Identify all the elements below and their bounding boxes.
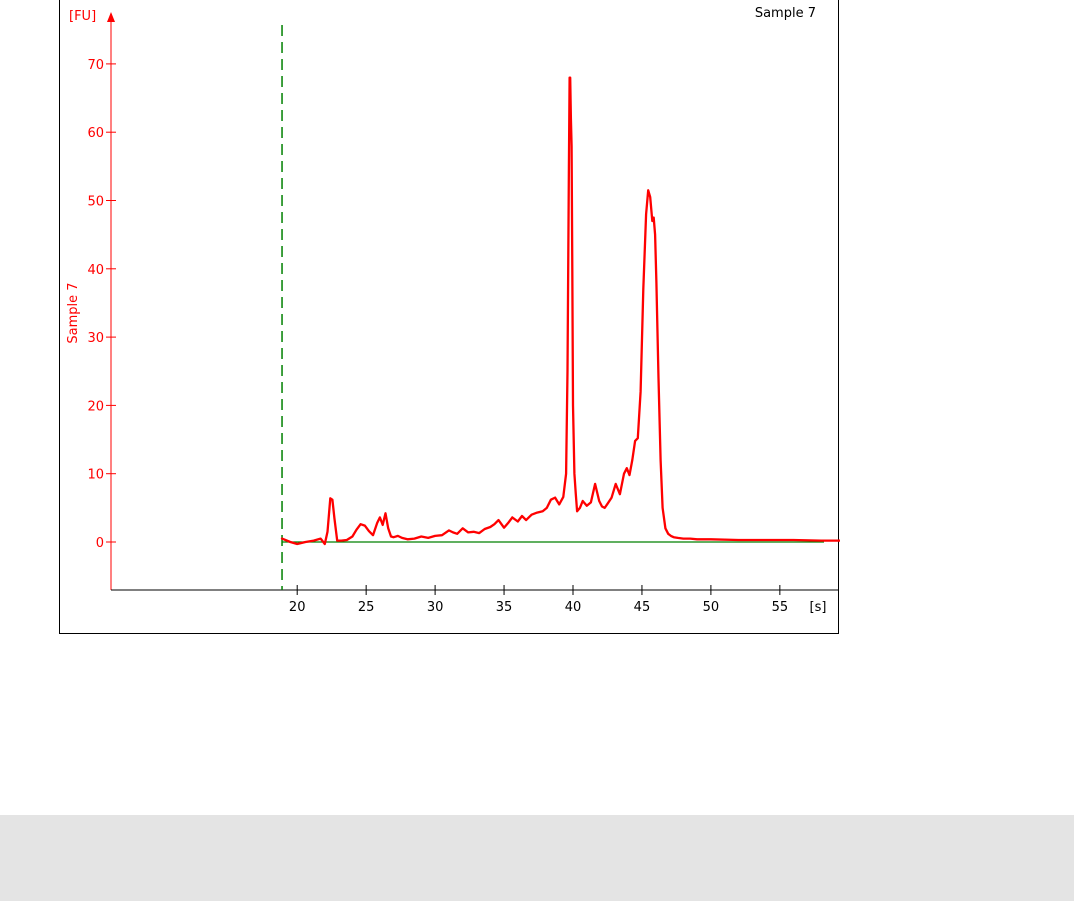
chart-frame: [FU] Sample 7 [s] Sample 7 0 10 20 30 40 50 60… xyxy=(59,0,840,634)
x-tick-label: 20 xyxy=(289,600,306,615)
electropherogram-chart: [FU] Sample 7 [s] Sample 7 0 10 20 30 40 50 60… xyxy=(66,6,840,615)
chart-title: Sample 7 xyxy=(755,6,816,21)
x-tick-label: 45 xyxy=(634,600,651,615)
bottom-panel xyxy=(0,815,1074,901)
series-line-sample-7 xyxy=(280,76,840,546)
x-tick-label: 50 xyxy=(703,600,720,615)
y-unit-label: [FU] xyxy=(69,9,96,24)
y-tick-label: 70 xyxy=(87,58,104,73)
y-tick-label: 60 xyxy=(87,126,104,141)
x-unit-label: [s] xyxy=(810,600,827,615)
x-tick-label: 55 xyxy=(772,600,789,615)
x-tick-label: 25 xyxy=(358,600,375,615)
x-tick-label: 35 xyxy=(496,600,513,615)
y-axis-title: Sample 7 xyxy=(66,282,81,343)
x-tick-label: 30 xyxy=(427,600,444,615)
y-tick-label: 40 xyxy=(87,263,104,278)
y-tick-label: 10 xyxy=(87,468,104,483)
y-axis-arrow xyxy=(107,12,115,22)
y-tick-label: 50 xyxy=(87,195,104,210)
y-tick-label: 30 xyxy=(87,331,104,346)
x-tick-label: 40 xyxy=(565,600,582,615)
y-tick-label: 20 xyxy=(87,399,104,414)
y-tick-label: 0 xyxy=(96,536,104,551)
